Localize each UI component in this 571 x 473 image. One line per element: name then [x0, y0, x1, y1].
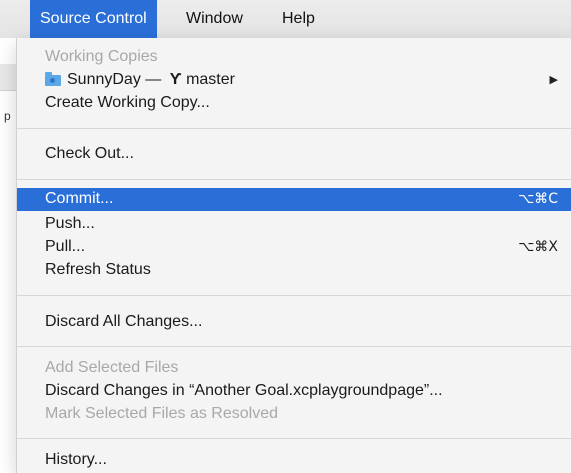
commit-label: Commit...: [45, 190, 114, 207]
background-toolbar: [0, 64, 16, 91]
commit-item[interactable]: Commit... ⌥⌘C: [17, 188, 571, 211]
repo-dash: —: [145, 71, 162, 88]
menu-bar: Source Control Window Help: [0, 0, 571, 39]
working-copies-header-label: Working Copies: [45, 48, 158, 65]
separator: [17, 346, 571, 347]
branch-name: master: [186, 71, 235, 88]
history-label: History...: [45, 451, 107, 468]
create-working-copy-label: Create Working Copy...: [45, 94, 210, 111]
submenu-arrow-icon: ▶: [549, 74, 558, 86]
branch-icon: Ƴ: [169, 71, 183, 88]
discard-changes-in-label: Discard Changes in “Another Goal.xcplayg…: [45, 382, 443, 399]
discard-all-label: Discard All Changes...: [45, 313, 203, 330]
separator: [17, 438, 571, 439]
repo-name: SunnyDay: [67, 71, 141, 88]
menu-help[interactable]: Help: [272, 0, 325, 38]
mark-resolved-item: Mark Selected Files as Resolved: [17, 403, 571, 425]
separator: [17, 179, 571, 180]
source-control-menu: Working Copies SunnyDay — Ƴmaster ▶ Crea…: [16, 38, 571, 473]
menu-source-control[interactable]: Source Control: [30, 0, 157, 38]
history-item[interactable]: History...: [17, 449, 571, 471]
folder-icon: [45, 72, 61, 86]
working-copies-header: Working Copies: [17, 46, 571, 68]
pull-shortcut: ⌥⌘X: [518, 239, 558, 255]
add-selected-files-item: Add Selected Files: [17, 357, 571, 379]
working-copy-label: SunnyDay — Ƴmaster: [67, 69, 235, 91]
discard-changes-in-item[interactable]: Discard Changes in “Another Goal.xcplayg…: [17, 380, 571, 402]
pull-label: Pull...: [45, 238, 86, 255]
working-copy-item[interactable]: SunnyDay — Ƴmaster ▶: [17, 69, 571, 91]
refresh-status-label: Refresh Status: [45, 261, 151, 278]
refresh-status-item[interactable]: Refresh Status: [17, 259, 571, 281]
pull-item[interactable]: Pull... ⌥⌘X: [17, 236, 571, 258]
background-text: p: [4, 109, 11, 123]
discard-all-item[interactable]: Discard All Changes...: [17, 311, 571, 333]
check-out-item[interactable]: Check Out...: [17, 143, 571, 165]
separator: [17, 295, 571, 296]
push-item[interactable]: Push...: [17, 213, 571, 235]
background-app: p: [0, 38, 16, 473]
menu-window[interactable]: Window: [176, 0, 253, 38]
commit-shortcut: ⌥⌘C: [518, 191, 558, 207]
create-working-copy-item[interactable]: Create Working Copy...: [17, 92, 571, 114]
add-selected-files-label: Add Selected Files: [45, 359, 179, 376]
push-label: Push...: [45, 215, 95, 232]
mark-resolved-label: Mark Selected Files as Resolved: [45, 405, 278, 422]
separator: [17, 128, 571, 129]
check-out-label: Check Out...: [45, 145, 134, 162]
